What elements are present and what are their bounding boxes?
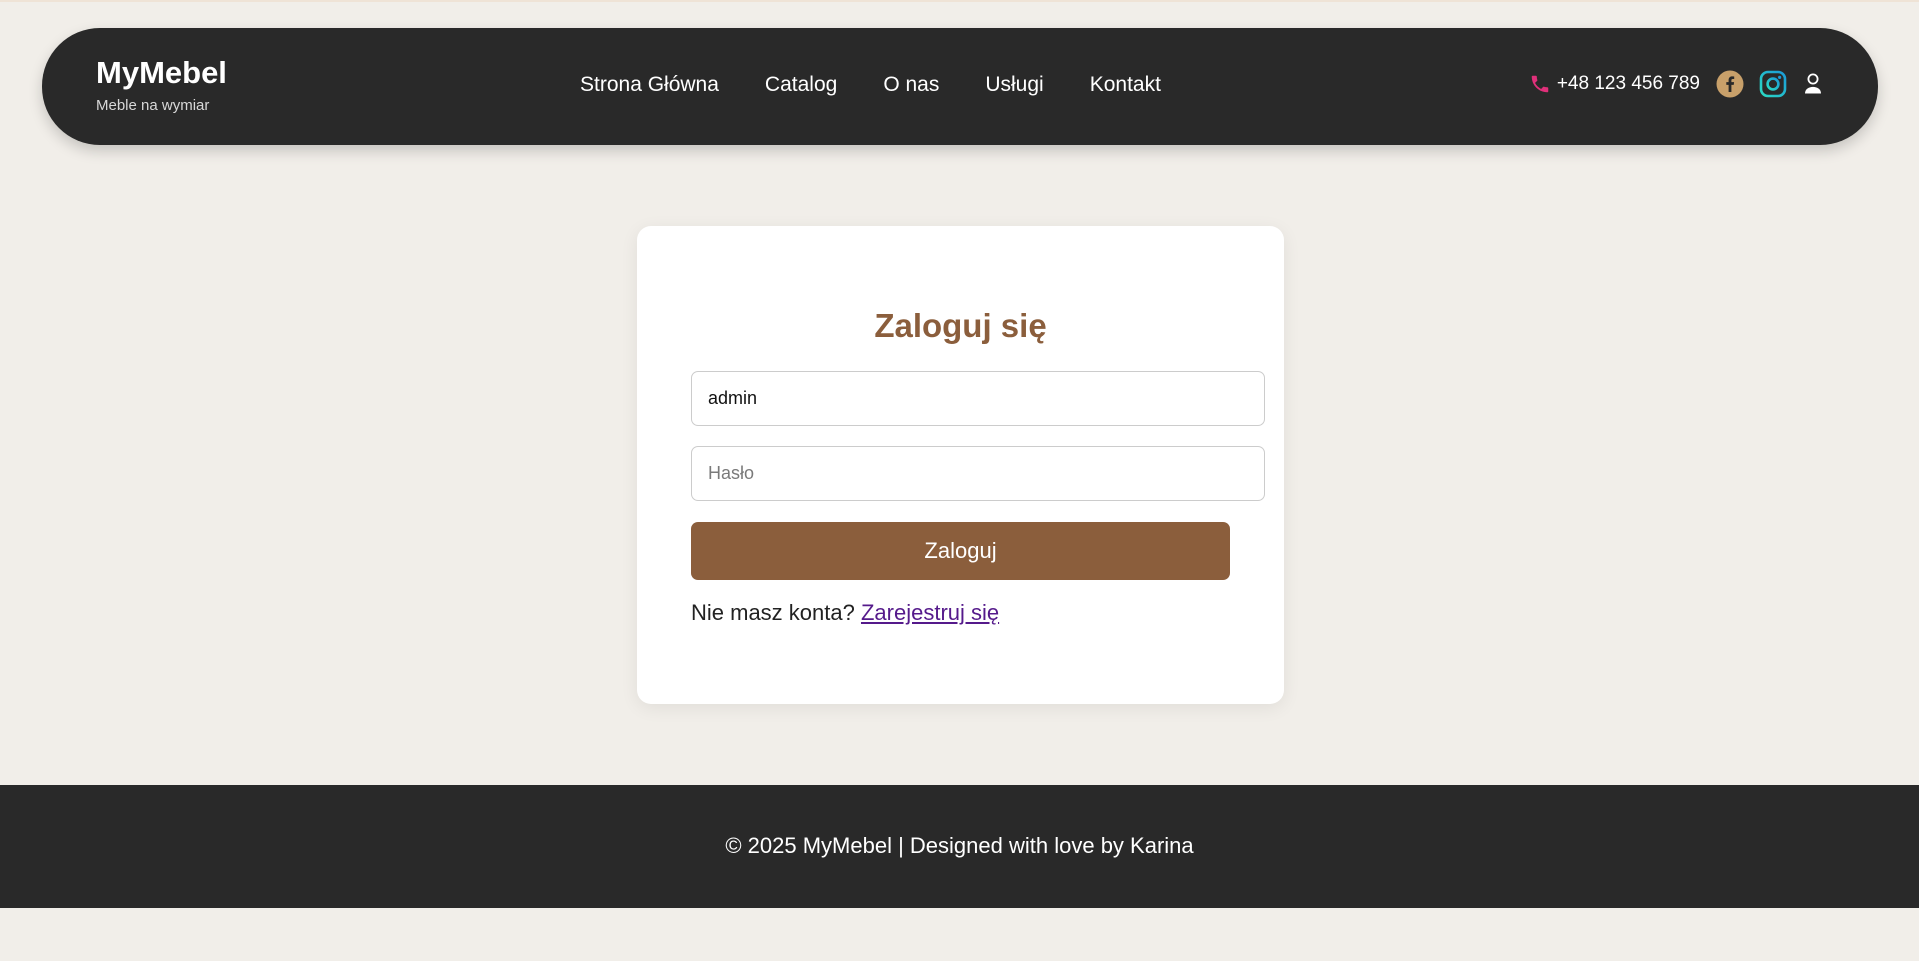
nav-link-contact[interactable]: Kontakt [1090,72,1161,98]
user-icon[interactable] [1802,72,1824,96]
site-footer: © 2025 MyMebel | Designed with love by K… [0,785,1919,908]
login-card: Zaloguj się Zaloguj Nie masz konta? Zare… [637,226,1284,704]
brand[interactable]: MyMebel Meble na wymiar [96,56,227,115]
main-nav: Strona Główna Catalog O nas Usługi Konta… [580,72,1161,98]
password-input[interactable] [691,446,1265,501]
login-title: Zaloguj się [874,307,1047,344]
register-prompt-text: Nie masz konta? [691,600,861,625]
instagram-icon[interactable] [1759,70,1787,98]
login-button[interactable]: Zaloguj [691,522,1230,580]
top-strip [0,0,1919,2]
register-prompt-line: Nie masz konta? Zarejestruj się [691,600,999,626]
nav-link-about[interactable]: O nas [883,72,939,98]
site-header: MyMebel Meble na wymiar Strona Główna Ca… [42,28,1878,145]
brand-name[interactable]: MyMebel [96,56,227,90]
username-input[interactable] [691,371,1265,426]
header-contact-area: +48 123 456 789 [1529,68,1824,100]
nav-link-catalog[interactable]: Catalog [765,72,837,98]
phone-number[interactable]: +48 123 456 789 [1557,73,1700,95]
phone-icon [1529,73,1551,95]
brand-tagline: Meble na wymiar [96,97,210,114]
facebook-icon[interactable] [1716,70,1744,98]
footer-copyright: © 2025 MyMebel | Designed with love by K… [725,833,1194,858]
register-link[interactable]: Zarejestruj się [861,600,999,625]
nav-link-home[interactable]: Strona Główna [580,72,719,98]
nav-link-services[interactable]: Usługi [985,72,1043,98]
